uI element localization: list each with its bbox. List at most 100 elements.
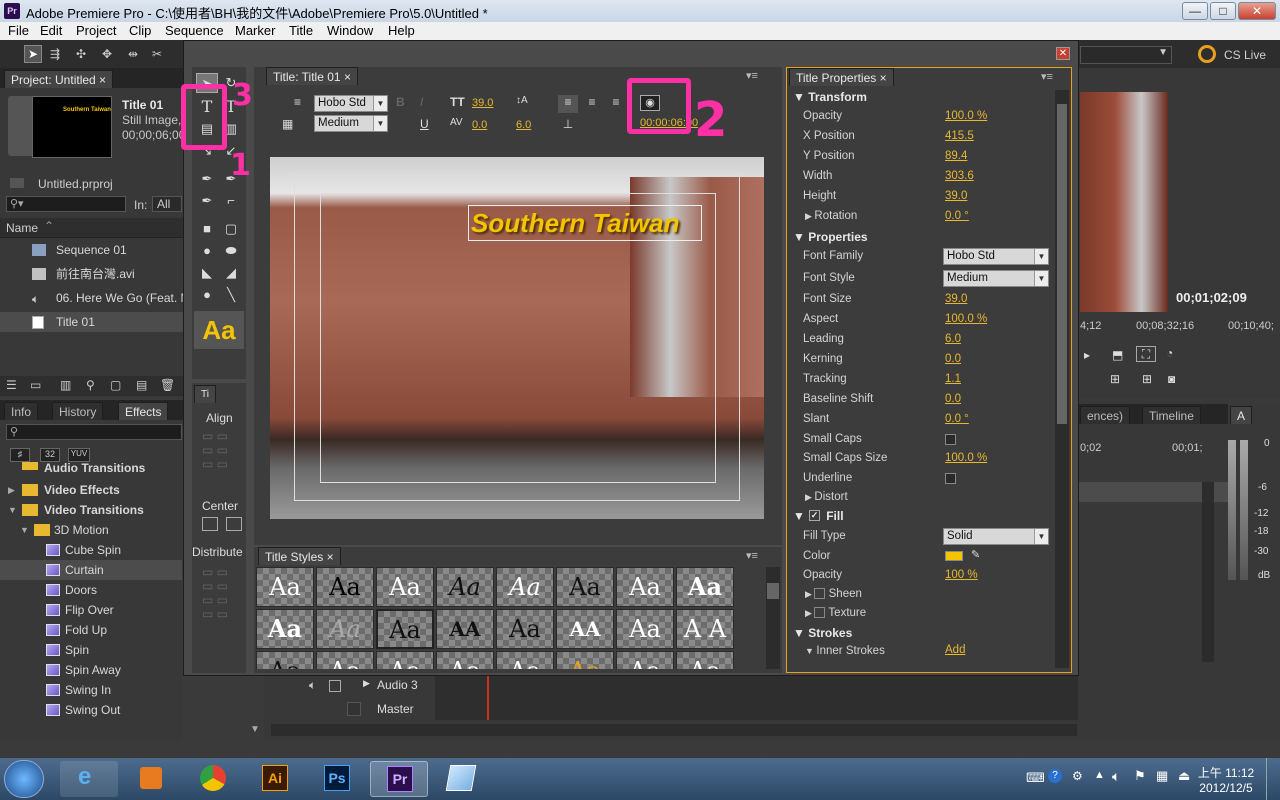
automate-icon[interactable]: ▥ [60, 378, 71, 392]
add-inner-stroke-link[interactable]: Add [945, 644, 965, 656]
texture-row[interactable]: ▶ Texture [805, 607, 866, 619]
prop-value-kerning[interactable]: 0.0 [945, 353, 961, 365]
style-swatch[interactable]: Aa [676, 651, 734, 669]
network-icon[interactable]: ▦ [1156, 768, 1168, 784]
sheen-checkbox[interactable] [814, 588, 826, 600]
vertical-center-button[interactable] [226, 517, 242, 531]
timeline-vertical-scrollbar[interactable] [1202, 482, 1214, 662]
32bit-badge[interactable]: 32 [40, 448, 60, 462]
tray-settings-icon[interactable]: ⚙ [1072, 769, 1083, 783]
close-icon[interactable]: × [99, 73, 106, 87]
clock-date[interactable]: 2012/12/5 [1196, 781, 1256, 795]
menu-project[interactable]: Project [76, 23, 116, 38]
close-icon[interactable]: × [327, 550, 334, 564]
expand-arrow-icon[interactable]: ▶ [363, 678, 370, 689]
style-swatch[interactable]: Aa [496, 609, 554, 649]
style-swatch[interactable]: Aa [556, 651, 614, 669]
show-hidden-icons-icon[interactable]: ▲ [1094, 769, 1105, 781]
style-swatch[interactable]: Aa [496, 567, 554, 607]
collapse-arrow-icon[interactable]: ▼ [8, 500, 17, 520]
prop-font-style-dropdown[interactable]: Medium ▼ [943, 270, 1049, 287]
fill-checkbox[interactable]: ✓ [809, 510, 820, 521]
transform-section[interactable]: ▼ Transform [793, 90, 867, 104]
find-icon[interactable]: ⚲ [86, 378, 95, 392]
prop-value-y-position[interactable]: 89.4 [945, 150, 967, 162]
camera-icon[interactable]: ◙ [1168, 372, 1175, 386]
small-caps-checkbox[interactable] [945, 434, 956, 445]
menu-file[interactable]: File [8, 23, 29, 38]
effect-item[interactable]: Cube Spin [0, 540, 182, 560]
style-swatch[interactable]: Aa [616, 609, 674, 649]
eyedropper-icon[interactable]: ✎ [971, 548, 980, 561]
distort-row[interactable]: ▶ Distort [805, 491, 848, 503]
style-swatch[interactable]: Aa [616, 651, 674, 669]
effect-item[interactable]: Spin [0, 640, 182, 660]
minimize-button[interactable]: — [1182, 2, 1208, 20]
fill-color-swatch[interactable] [945, 551, 963, 561]
prop-value-rotation[interactable]: 0.0 ° [945, 210, 969, 222]
menu-clip[interactable]: Clip [129, 23, 151, 38]
style-swatch[interactable]: Aa [556, 567, 614, 607]
menu-edit[interactable]: Edit [40, 23, 62, 38]
trim-icon[interactable]: ⊞ [1110, 372, 1120, 386]
fill-section[interactable]: ▼ ✓ Fill [793, 509, 844, 523]
style-swatch[interactable]: Aa [676, 567, 734, 607]
roll-crawl-icon[interactable]: ≡ [294, 95, 314, 113]
style-swatch[interactable]: Aa [376, 609, 434, 649]
sheen-row[interactable]: ▶ Sheen [805, 588, 862, 600]
prop-value-slant[interactable]: 0.0 ° [945, 413, 969, 425]
arc-tool-icon[interactable]: ◢ [220, 263, 242, 283]
collapse-arrow-icon[interactable]: ▼ [20, 520, 29, 540]
style-swatch[interactable]: A A [676, 609, 734, 649]
tab-effects[interactable]: Effects [118, 402, 169, 420]
scrollbar-thumb[interactable] [767, 583, 779, 599]
prop-value-height[interactable]: 39.0 [945, 190, 967, 202]
dialog-close-icon[interactable]: ✕ [1056, 47, 1070, 60]
prop-value-baseline-shift[interactable]: 0.0 [945, 393, 961, 405]
timeline-lower-area[interactable] [435, 676, 1078, 720]
close-icon[interactable]: × [880, 71, 887, 85]
tab-stops-icon[interactable]: ⊥ [558, 117, 578, 135]
clipped-corner-tool-icon[interactable]: ● [196, 241, 218, 261]
taskbar-ie-icon[interactable]: e [60, 761, 118, 797]
track-toggle-icon[interactable] [347, 702, 361, 716]
close-window-button[interactable]: ✕ [1238, 2, 1276, 20]
track-select-tool-icon[interactable]: ⇶ [50, 45, 70, 63]
yuv-badge[interactable]: YUV [68, 448, 90, 462]
export-frame-icon[interactable]: ⊞ [1142, 372, 1152, 386]
effect-item[interactable]: Curtain [0, 560, 182, 580]
kerning-value[interactable]: 0.0 [472, 119, 487, 131]
pen-tool-icon[interactable]: ✒ [196, 169, 218, 189]
prop-value-small-caps-size[interactable]: 100.0 % [945, 452, 987, 464]
prop-value-x-position[interactable]: 415.5 [945, 130, 974, 142]
folder-video-effects[interactable]: ▶ Video Effects [0, 480, 182, 500]
prop-value-aspect[interactable]: 100.0 % [945, 313, 987, 325]
taskbar-premiere-icon[interactable]: Pr [370, 761, 428, 797]
timeline-horizontal-scrollbar[interactable] [437, 724, 1077, 736]
taskbar-illustrator-icon[interactable]: Ai [246, 761, 304, 797]
speaker-icon[interactable]: 🔈︎ [309, 678, 316, 693]
align-center-icon[interactable]: ≡ [582, 95, 602, 113]
style-swatch[interactable]: AA [556, 609, 614, 649]
effects-search-input[interactable]: ⚲ [6, 424, 182, 440]
rectangle-tool-icon[interactable]: ■ [196, 219, 218, 239]
title-canvas[interactable]: Southern Taiwan [270, 157, 764, 519]
leading-value[interactable]: 6.0 [516, 119, 531, 131]
style-swatch[interactable]: Aa [256, 567, 314, 607]
properties-scrollbar[interactable] [1055, 90, 1069, 668]
properties-section[interactable]: ▼ Properties [793, 230, 868, 244]
align-right-icon[interactable]: ≡ [606, 95, 626, 113]
usb-icon[interactable]: ⏏ [1178, 768, 1190, 784]
style-swatch[interactable]: Aa [256, 651, 314, 669]
keyboard-icon[interactable]: ⌨ [1026, 770, 1045, 786]
in-filter-dropdown[interactable]: All [152, 196, 182, 212]
line-tool-icon[interactable]: ╲ [220, 285, 242, 305]
start-button-icon[interactable] [4, 760, 44, 798]
ripple-edit-tool-icon[interactable]: ✣ [76, 45, 96, 63]
italic-icon[interactable]: I [420, 95, 423, 109]
new-item-icon[interactable]: ▤ [136, 378, 147, 392]
track-toggle-icon[interactable] [329, 680, 341, 692]
prop-value-font-size[interactable]: 39.0 [945, 293, 967, 305]
effect-item[interactable]: Swing In [0, 680, 182, 700]
playhead[interactable] [487, 676, 489, 720]
